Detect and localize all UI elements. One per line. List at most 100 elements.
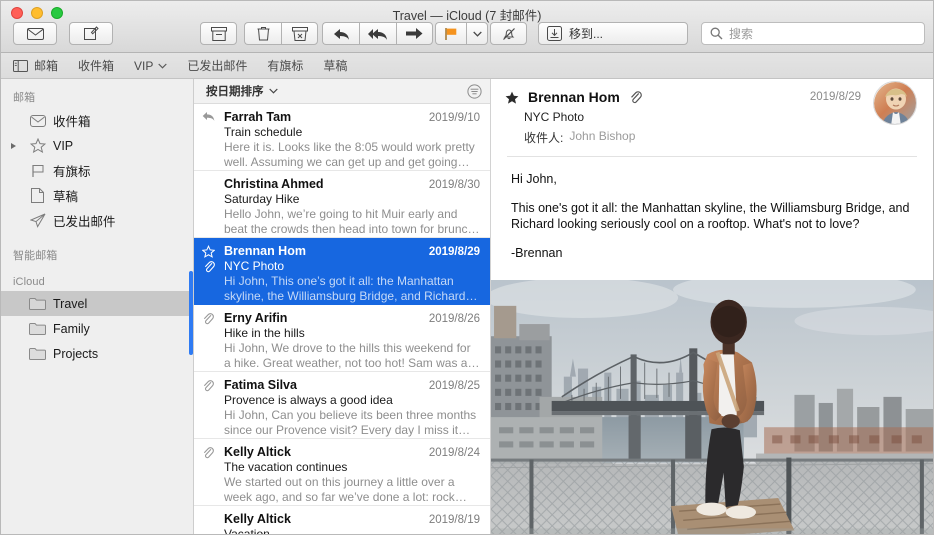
delete-junk-group — [244, 22, 318, 45]
message-preview: We started out on this journey a little … — [224, 475, 455, 504]
star-filled-icon[interactable] — [505, 91, 519, 104]
message-preview: Hi John, We drove to the hills this week… — [224, 341, 471, 370]
message-row[interactable]: Farrah Tam 2019/9/10 Train schedule Here… — [194, 104, 490, 171]
message-row-selected[interactable]: Brennan Hom 2019/8/29 NYC Photo Hi John,… — [194, 238, 490, 305]
sidebar-item-vip[interactable]: VIP — [1, 133, 193, 158]
favorites-bar: 邮箱 收件箱 VIP 已发出邮件 有旗标 草稿 — [1, 53, 933, 79]
message-sender: Erny Arifin — [224, 311, 288, 325]
message-badges — [202, 312, 214, 325]
filter-icon[interactable] — [467, 83, 482, 99]
sidebar-section-title: 智能邮箱 — [13, 250, 58, 262]
inbox-icon — [29, 113, 46, 128]
message-row[interactable]: Christina Ahmed 2019/8/30 Saturday Hike … — [194, 171, 490, 238]
message-subject: Train schedule — [224, 125, 303, 139]
reading-pane: Brennan Hom 2019/8/29 NYC Photo 收件人: Joh… — [491, 79, 933, 534]
message-preview: Here it is. Looks like the 8:05 would wo… — [224, 140, 475, 169]
message-date: 2019/8/24 — [428, 447, 480, 459]
message-row[interactable]: Erny Arifin 2019/8/26 Hike in the hills … — [194, 305, 490, 372]
sidebar-item-projects[interactable]: Projects — [1, 341, 193, 366]
message-row[interactable]: Kelly Altick 2019/8/19 Vacation — [194, 506, 490, 534]
message-subject: Saturday Hike — [224, 192, 300, 206]
title-bar: Travel — iCloud (7 封邮件) 移到... 搜索 — [1, 1, 933, 53]
message-preview: Hi John, This one’s got it all: the Manh… — [224, 274, 466, 303]
reply-button[interactable] — [322, 22, 359, 45]
sent-icon — [29, 213, 46, 228]
sidebar: 邮箱 收件箱 VIP 有旗标 草稿 已发出邮件 智能邮箱 iCloud Trav… — [1, 79, 194, 534]
mail-window: Travel — iCloud (7 封邮件) 移到... 搜索 邮箱 收件箱 … — [0, 0, 934, 535]
delete-button[interactable] — [244, 22, 281, 45]
flag-group — [435, 22, 488, 45]
sort-control[interactable]: 按日期排序 — [206, 83, 278, 99]
sidebar-item-inbox[interactable]: 收件箱 — [1, 108, 193, 133]
star-icon — [202, 245, 215, 258]
flag-button[interactable] — [435, 22, 466, 45]
sidebar-scrollbar[interactable] — [189, 271, 193, 355]
sidebar-item-label: Family — [53, 321, 90, 336]
move-to-button[interactable]: 移到... — [538, 22, 688, 45]
favorite-flagged[interactable]: 有旗标 — [267, 57, 303, 74]
favorite-vip[interactable]: VIP — [134, 59, 168, 73]
message-badges — [202, 245, 215, 273]
favorite-mailboxes-toggle[interactable]: 邮箱 — [13, 57, 58, 74]
toolbar: 移到... 搜索 — [1, 22, 933, 48]
favorite-drafts[interactable]: 草稿 — [323, 57, 347, 74]
recipient-value[interactable]: John Bishop — [569, 129, 635, 146]
flag-menu-button[interactable] — [466, 22, 488, 45]
attachment-icon[interactable] — [629, 90, 642, 104]
sidebar-section-title: 邮箱 — [13, 92, 36, 104]
get-mail-button[interactable] — [13, 22, 57, 45]
envelope-icon — [26, 27, 44, 40]
sort-label: 按日期排序 — [206, 86, 264, 98]
disclosure-triangle-icon[interactable] — [11, 142, 16, 149]
search-field[interactable]: 搜索 — [701, 22, 925, 45]
reply-all-icon — [368, 27, 388, 41]
sort-bar: 按日期排序 — [194, 79, 490, 104]
chevron-down-icon — [472, 31, 482, 37]
favorite-inbox[interactable]: 收件箱 — [78, 57, 114, 74]
star-icon — [29, 138, 46, 153]
favorite-label: 邮箱 — [34, 59, 59, 73]
message-sender: Christina Ahmed — [224, 177, 324, 191]
message-date: 2019/8/30 — [428, 179, 480, 191]
message-date: 2019/8/29 — [428, 246, 480, 258]
mute-button[interactable] — [490, 22, 527, 45]
message-date: 2019/8/19 — [428, 514, 480, 526]
search-input[interactable]: 搜索 — [729, 25, 753, 42]
folder-icon — [29, 296, 46, 311]
message-subject: Provence is always a good idea — [224, 393, 393, 407]
sidebar-item-drafts[interactable]: 草稿 — [1, 183, 193, 208]
junk-button[interactable] — [281, 22, 318, 45]
sidebar-item-label: Travel — [53, 296, 88, 311]
message-sender: Brennan Hom — [528, 89, 620, 105]
reply-all-button[interactable] — [359, 22, 396, 45]
avatar[interactable] — [873, 81, 917, 125]
attachment-photo[interactable] — [491, 280, 933, 534]
archive-button[interactable] — [200, 22, 237, 45]
message-badges — [202, 379, 214, 392]
junk-icon — [291, 26, 308, 41]
trash-icon — [257, 26, 270, 41]
message-row[interactable]: Fatima Silva 2019/8/25 Provence is alway… — [194, 372, 490, 439]
favorite-sent[interactable]: 已发出邮件 — [187, 57, 247, 74]
forward-button[interactable] — [396, 22, 433, 45]
favorite-label: 收件箱 — [78, 59, 115, 73]
favorite-label: 有旗标 — [267, 59, 304, 73]
sidebar-item-sent[interactable]: 已发出邮件 — [1, 208, 193, 233]
body-signature: -Brennan — [511, 246, 563, 260]
folder-icon — [29, 346, 46, 361]
message-sender: Kelly Altick — [224, 512, 291, 526]
compose-button[interactable] — [69, 22, 113, 45]
attachment-icon — [202, 379, 214, 392]
sidebar-item-travel[interactable]: Travel — [1, 291, 193, 316]
message-date: 2019/8/25 — [428, 380, 480, 392]
message-sender: Kelly Altick — [224, 445, 291, 459]
sidebar-item-flagged[interactable]: 有旗标 — [1, 158, 193, 183]
sidebar-item-family[interactable]: Family — [1, 316, 193, 341]
recipient-label: 收件人: — [524, 131, 564, 145]
message-row[interactable]: Kelly Altick 2019/8/24 The vacation cont… — [194, 439, 490, 506]
main-body: 邮箱 收件箱 VIP 有旗标 草稿 已发出邮件 智能邮箱 iCloud Trav… — [1, 79, 933, 534]
message-list: 按日期排序 Farrah Tam 2019/9/10 Train schedul… — [194, 79, 491, 534]
bell-mute-icon — [501, 26, 517, 42]
folder-icon — [29, 321, 46, 336]
message-sender: Farrah Tam — [224, 110, 292, 124]
